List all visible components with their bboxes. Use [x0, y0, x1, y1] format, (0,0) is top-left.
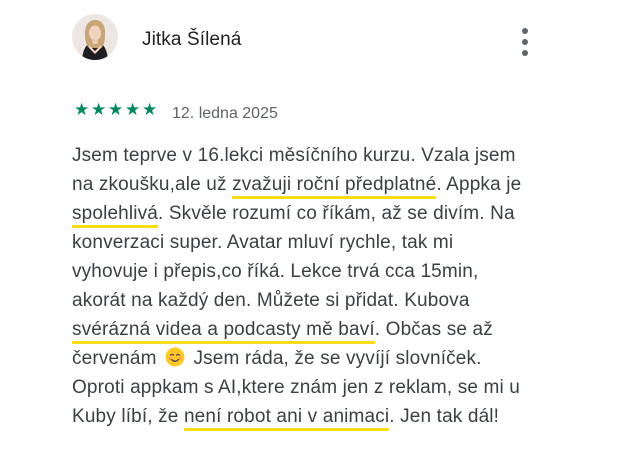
review-line: Kuby líbí, že není robot ani v animaci. … [72, 404, 499, 434]
review-text-segment: vyhovuje i přepis,co říká. Lekce trvá cc… [72, 261, 479, 282]
star-icon: ★ [142, 100, 158, 119]
review-text-segment: Kuby líbí, že [72, 406, 184, 427]
review-text-segment: Jsem teprve v 16.lekci měsíčního kurzu. … [72, 145, 516, 166]
star-icon: ★ [108, 100, 124, 119]
smiling-face-emoji [165, 347, 185, 367]
review-header: Jitka Šílená [72, 14, 552, 68]
star-icon: ★ [74, 100, 90, 119]
highlighted-phrase: zvažuji roční předplatné [232, 174, 437, 199]
review-text-segment: . Občas se až [374, 319, 493, 340]
review-line: červenám Jsem ráda, že se vyvíjí slovníč… [72, 346, 482, 376]
author-name: Jitka Šílená [142, 29, 242, 50]
review-line: akorát na každý den. Můžete si přidat. K… [72, 288, 470, 318]
highlighted-phrase: není robot ani v animaci [183, 406, 390, 431]
avatar[interactable] [72, 14, 118, 60]
review-line: konverzaci super. Avatar mluví rychle, t… [72, 230, 453, 260]
review-text-segment: . Skvěle rozumí co říkám, až se divím. N… [158, 203, 515, 224]
review-text-segment: konverzaci super. Avatar mluví rychle, t… [72, 232, 454, 253]
review-line: svérázná videa a podcasty mě baví. Občas… [72, 317, 493, 347]
review-text-segment: Oproti appkam s AI,ktere znám jen z rekl… [72, 377, 520, 398]
review-text-segment: na zkoušku,ale už [72, 174, 233, 195]
review-text-segment: Jsem ráda, že se vyvíjí slovníček. [188, 348, 482, 369]
review-date: 12. ledna 2025 [172, 105, 278, 122]
highlighted-phrase: spolehlivá [72, 203, 158, 228]
review-line: vyhovuje i přepis,co říká. Lekce trvá cc… [72, 259, 478, 289]
more-vert-icon[interactable] [515, 26, 535, 58]
review-line: Oproti appkam s AI,ktere znám jen z rekl… [72, 375, 520, 405]
star-icon: ★ [125, 100, 141, 119]
review-text-segment: akorát na každý den. Můžete si přidat. K… [72, 290, 470, 311]
highlighted-phrase: svérázná videa a podcasty mě baví [72, 319, 375, 344]
review-line: spolehlivá. Skvěle rozumí co říkám, až s… [72, 201, 515, 231]
review-text-segment: . Appka je [436, 174, 522, 195]
review-text-segment: červenám [72, 348, 163, 369]
star-icon: ★ [91, 100, 107, 119]
review-line: Jsem teprve v 16.lekci měsíčního kurzu. … [72, 143, 516, 173]
star-rating: ★ ★ ★ ★ ★ [74, 101, 164, 121]
review-text-segment: . Jen tak dál! [389, 406, 500, 427]
review-line: na zkoušku,ale už zvažuji roční předplat… [72, 172, 521, 202]
